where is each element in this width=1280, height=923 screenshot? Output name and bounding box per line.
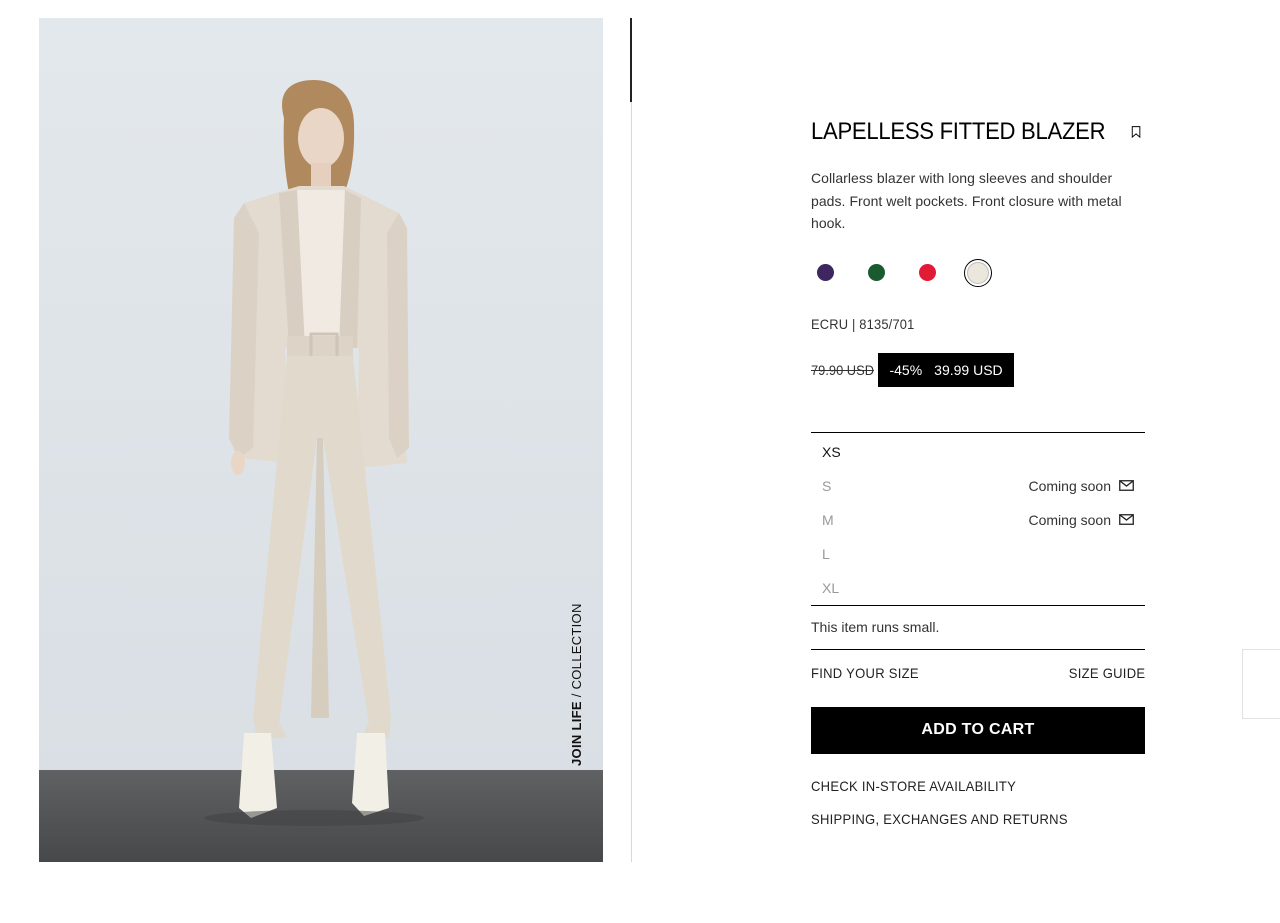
image-scroll-thumb[interactable] <box>630 18 632 102</box>
add-to-cart-button[interactable]: ADD TO CART <box>811 706 1145 754</box>
image-scroll-track[interactable] <box>631 18 632 862</box>
size-option-l[interactable]: L <box>811 537 1145 571</box>
product-description: Collarless blazer with long sleeves and … <box>811 170 1122 231</box>
coming-soon-notice[interactable]: Coming soon <box>1029 512 1135 528</box>
product-image[interactable]: JOIN LIFE / COLLECTION <box>39 18 603 862</box>
coming-soon-label: Coming soon <box>1028 477 1112 494</box>
check-store-availability-link[interactable]: CHECK IN-STORE AVAILABILITY <box>811 778 1122 794</box>
collection-caption: JOIN LIFE / COLLECTION <box>569 603 584 766</box>
discount-percent: -45% <box>889 361 923 378</box>
mail-icon <box>1119 480 1134 491</box>
size-label: XL <box>822 579 840 596</box>
size-label: XS <box>822 443 841 460</box>
size-selector: XS S Coming soon M Coming soon L XL <box>811 431 1145 606</box>
size-label: S <box>822 477 832 494</box>
caption-bold: JOIN LIFE <box>569 701 584 766</box>
size-option-s[interactable]: S Coming soon <box>811 469 1145 503</box>
model-figure-illustration <box>204 80 424 826</box>
original-price: 79.90 USD <box>811 361 875 378</box>
size-option-m[interactable]: M Coming soon <box>811 503 1145 537</box>
product-title: LAPELLESS FITTED BLAZER <box>811 118 1106 145</box>
coming-soon-label: Coming soon <box>1028 511 1112 528</box>
sale-price-badge: -45% 39.99 USD <box>878 352 1014 387</box>
shipping-returns-link[interactable]: SHIPPING, EXCHANGES AND RETURNS <box>811 811 1122 827</box>
size-guide-link[interactable]: SIZE GUIDE <box>1068 665 1145 681</box>
mail-icon <box>1119 514 1134 525</box>
swatch-dot <box>816 264 834 281</box>
caption-rest: / COLLECTION <box>569 603 584 702</box>
size-links-row: FIND YOUR SIZE SIZE GUIDE <box>811 650 1145 696</box>
product-info-panel: LAPELLESS FITTED BLAZER Collarless blaze… <box>811 118 1145 844</box>
swatch-dot <box>967 261 989 284</box>
fit-note: This item runs small. <box>811 606 1145 650</box>
size-option-xs[interactable]: XS <box>811 435 1145 469</box>
color-swatch-red[interactable] <box>913 259 941 287</box>
title-row: LAPELLESS FITTED BLAZER <box>811 118 1145 146</box>
color-swatch-green[interactable] <box>862 259 890 287</box>
price-row: 79.90 USD -45% 39.99 USD <box>811 352 1145 387</box>
side-floating-tab[interactable] <box>1242 649 1280 719</box>
size-option-xl[interactable]: XL <box>811 571 1145 605</box>
sale-price: 39.99 USD <box>934 361 1003 378</box>
swatch-dot <box>867 264 885 281</box>
color-swatches <box>811 258 1145 287</box>
size-label: L <box>822 545 830 562</box>
color-swatch-ecru[interactable] <box>964 258 992 287</box>
size-label: M <box>822 511 834 528</box>
swatch-dot <box>918 264 936 281</box>
extra-links: CHECK IN-STORE AVAILABILITY SHIPPING, EX… <box>811 778 1145 827</box>
color-reference: ECRU | 8135/701 <box>811 315 915 332</box>
find-your-size-link[interactable]: FIND YOUR SIZE <box>811 665 919 681</box>
coming-soon-notice[interactable]: Coming soon <box>1029 478 1135 494</box>
bookmark-icon[interactable] <box>1131 122 1141 142</box>
color-swatch-purple[interactable] <box>811 259 839 287</box>
